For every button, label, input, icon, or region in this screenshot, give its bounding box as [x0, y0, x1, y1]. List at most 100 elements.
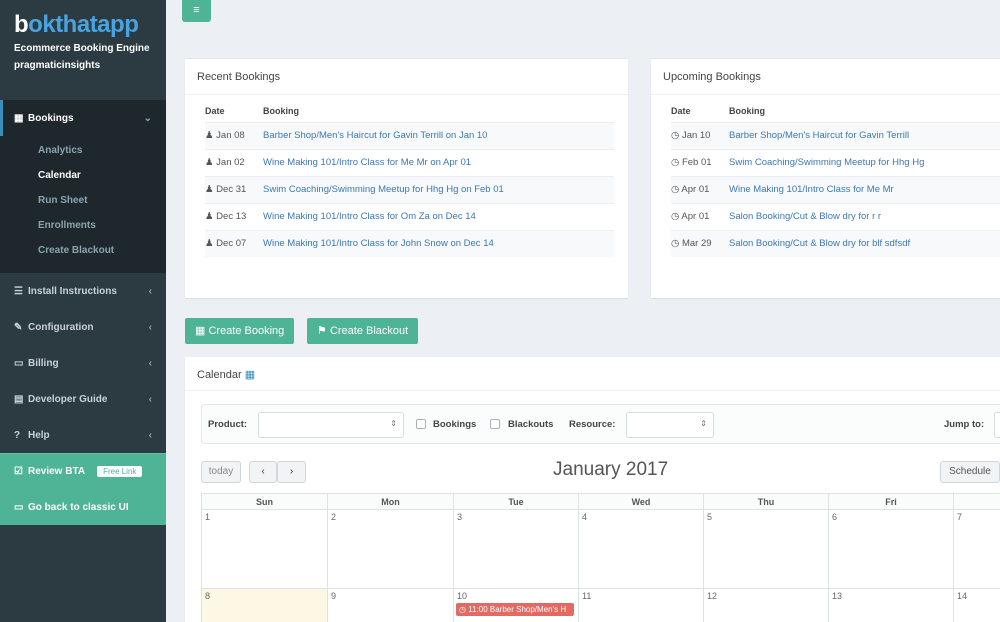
- day-cell[interactable]: 11: [578, 589, 703, 622]
- calendar-event[interactable]: ◷ 11:00 Barber Shop/Men's H: [456, 603, 574, 616]
- booking-link[interactable]: Salon Booking/Cut & Blow dry for r r: [729, 202, 1000, 230]
- sidebar-item-label: Billing: [28, 357, 59, 369]
- sidebar-item-install[interactable]: ☰ Install Instructions ‹: [0, 273, 166, 309]
- booking-link[interactable]: Wine Making 101/Intro Class for Me Mr on…: [263, 148, 614, 176]
- day-header: Sun: [201, 493, 327, 510]
- submenu-item-enrollments[interactable]: Enrollments: [0, 213, 166, 238]
- booking-link[interactable]: Swim Coaching/Swimming Meetup for Hhg Hg…: [263, 175, 614, 203]
- button-label: Create Blackout: [329, 325, 409, 337]
- day-cell[interactable]: 7: [953, 510, 1000, 589]
- day-cell[interactable]: 6: [828, 510, 953, 589]
- sidebar-item-classic-ui[interactable]: ▭ Go back to classic UI: [0, 489, 166, 525]
- booking-link[interactable]: Barber Shop/Men's Haircut for Gavin Terr…: [729, 121, 1000, 149]
- blackouts-checkbox[interactable]: [490, 419, 500, 429]
- day-cell-today[interactable]: 8: [201, 589, 327, 622]
- col-booking: Booking: [729, 106, 765, 117]
- jump-to-input[interactable]: [994, 412, 1000, 438]
- submenu-item-analytics[interactable]: Analytics: [0, 138, 166, 163]
- user-icon: ♟: [205, 238, 214, 250]
- day-cell[interactable]: 5: [703, 510, 828, 589]
- booking-link[interactable]: Swim Coaching/Swimming Meetup for Hhg Hg: [729, 148, 1000, 176]
- sidebar: bokthatapp Ecommerce Booking Engine prag…: [0, 0, 166, 622]
- booking-link[interactable]: Wine Making 101/Intro Class for Me Mr: [729, 175, 1000, 203]
- calendar-box: Calendar ▦ Product: ⇕ Bookings Blackouts…: [185, 357, 1000, 622]
- calendar-grid: Sun Mon Tue Wed Thu Fri 1 2 3 4 5 6 7 8 …: [201, 493, 1000, 622]
- account-name: pragmaticinsights: [14, 60, 101, 71]
- sidebar-item-developer-guide[interactable]: ▤ Developer Guide ‹: [0, 381, 166, 417]
- event-label: 11:00 Barber Shop/Men's H: [468, 605, 567, 614]
- day-header: Mon: [327, 493, 453, 510]
- sidebar-toggle-button[interactable]: ≡: [182, 0, 211, 22]
- blackouts-checkbox-label: Blackouts: [508, 419, 554, 430]
- table-row: ♟ Jan 08 Barber Shop/Men's Haircut for Ga…: [205, 121, 614, 149]
- chevron-left-icon: ‹: [148, 393, 152, 405]
- day-cell[interactable]: 14: [953, 589, 1000, 622]
- booking-link[interactable]: Wine Making 101/Intro Class for Om Za on…: [263, 202, 614, 230]
- clock-icon: ◷: [671, 184, 680, 195]
- chevron-left-icon: ‹: [148, 285, 152, 297]
- booking-link[interactable]: Wine Making 101/Intro Class for John Sno…: [263, 229, 614, 257]
- booking-date: Apr 01: [681, 211, 710, 222]
- clock-icon: ◷: [671, 130, 680, 141]
- day-cell[interactable]: 10 ◷ 11:00 Barber Shop/Men's H: [453, 589, 578, 622]
- clock-icon: ◷: [459, 605, 466, 614]
- booking-link[interactable]: Salon Booking/Cut & Blow dry for blf sdf…: [729, 229, 1000, 257]
- schedule-button[interactable]: Schedule: [940, 461, 1000, 483]
- sidebar-item-label: Help: [28, 429, 50, 441]
- sidebar-item-review[interactable]: ☑ Review BTA Free Link: [0, 453, 166, 489]
- table-row: ◷ Apr 01 Salon Booking/Cut & Blow dry for…: [671, 202, 1000, 230]
- create-blackout-button[interactable]: ⚑ Create Blackout: [307, 318, 419, 344]
- upcoming-bookings-table: Date Booking ◷ Jan 10 Barber Shop/Men's Ha…: [671, 95, 1000, 257]
- table-row: ♟ Dec 31 Swim Coaching/Swimming Meetup fo…: [205, 175, 614, 203]
- booking-date: Apr 01: [681, 184, 710, 195]
- day-cell[interactable]: 13: [828, 589, 953, 622]
- today-button[interactable]: today: [201, 461, 241, 483]
- product-select[interactable]: ⇕: [258, 412, 404, 438]
- day-cell[interactable]: 2: [327, 510, 453, 589]
- main-content: ≡ Recent Bookings Date Booking ♟ Jan 08 Ba…: [166, 0, 1000, 622]
- booking-link[interactable]: Barber Shop/Men's Haircut for Gavin Terr…: [263, 121, 614, 149]
- question-icon: ?: [14, 429, 21, 441]
- upcoming-bookings-box: Upcoming Bookings Date Booking ◷ Jan 10 Ba…: [651, 58, 1000, 298]
- booking-date: Jan 08: [216, 130, 245, 141]
- day-cell[interactable]: 4: [578, 510, 703, 589]
- free-link-badge[interactable]: Free Link: [97, 466, 143, 477]
- table-row: ♟ Jan 02 Wine Making 101/Intro Class for …: [205, 148, 614, 176]
- sidebar-item-label: Review BTA: [28, 466, 86, 477]
- sidebar-item-bookings[interactable]: ▦ Bookings ⌄: [0, 100, 166, 136]
- resource-select[interactable]: ⇕: [626, 412, 714, 438]
- day-header: Tue: [453, 493, 578, 510]
- select-arrows-icon: ⇕: [700, 419, 707, 428]
- prev-month-button[interactable]: ‹: [249, 461, 277, 483]
- submenu-item-calendar[interactable]: Calendar: [0, 163, 166, 188]
- sidebar-item-configuration[interactable]: ✎ Configuration ‹: [0, 309, 166, 345]
- submenu-item-create-blackout[interactable]: Create Blackout: [0, 238, 166, 263]
- day-header: Fri: [828, 493, 953, 510]
- day-cell[interactable]: 1: [201, 510, 327, 589]
- chevron-down-icon: ⌄: [143, 112, 152, 124]
- brand-subtitle: Ecommerce Booking Engine: [14, 43, 150, 54]
- book-icon: ▤: [14, 393, 24, 405]
- product-label: Product:: [208, 419, 248, 430]
- sidebar-item-billing[interactable]: ▭ Billing ‹: [0, 345, 166, 381]
- recent-bookings-table: Date Booking ♟ Jan 08 Barber Shop/Men's Ha…: [205, 95, 614, 257]
- day-cell[interactable]: 9: [327, 589, 453, 622]
- table-row: ◷ Feb 01 Swim Coaching/Swimming Meetup fo…: [671, 148, 1000, 176]
- logo[interactable]: bokthatapp: [14, 10, 152, 40]
- sidebar-item-label: Install Instructions: [28, 285, 117, 297]
- booking-date: Dec 07: [216, 238, 247, 250]
- check-square-icon: ☑: [14, 466, 23, 477]
- edit-icon: ✎: [14, 321, 23, 333]
- bookings-checkbox[interactable]: [416, 419, 426, 429]
- sidebar-item-help[interactable]: ? Help ‹: [0, 417, 166, 453]
- upcoming-bookings-title: Upcoming Bookings: [651, 59, 1000, 95]
- next-month-button[interactable]: ›: [277, 461, 306, 483]
- create-booking-button[interactable]: ▦ Create Booking: [185, 318, 295, 344]
- submenu-item-run-sheet[interactable]: Run Sheet: [0, 188, 166, 213]
- day-number: 10: [457, 591, 468, 601]
- sidebar-item-label: Go back to classic UI: [28, 501, 129, 513]
- day-cell[interactable]: 3: [453, 510, 578, 589]
- monitor-icon: ▭: [14, 501, 24, 513]
- booking-date: Feb 01: [681, 157, 712, 168]
- day-cell[interactable]: 12: [703, 589, 828, 622]
